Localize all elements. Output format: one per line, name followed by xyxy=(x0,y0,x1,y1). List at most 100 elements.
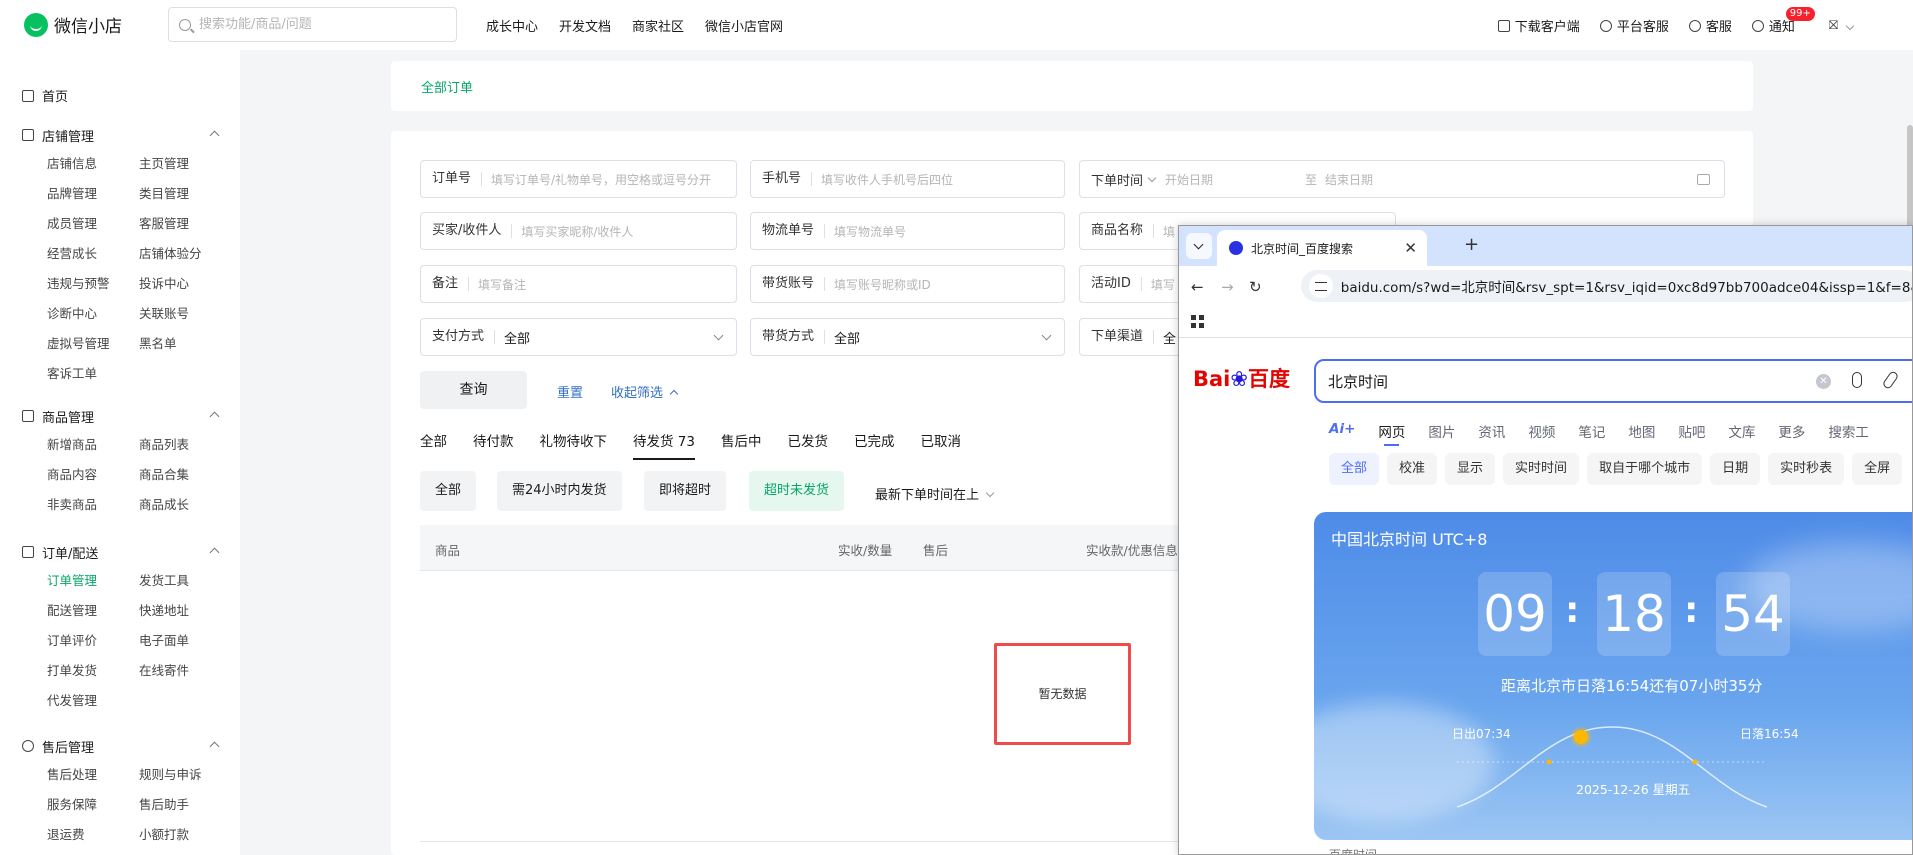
remark-field[interactable]: 备注 填写备注 xyxy=(420,265,737,303)
tab-after-sales[interactable]: 售后中 xyxy=(721,430,762,460)
nav-merchant-community[interactable]: 商家社区 xyxy=(632,16,684,35)
sidebar-item[interactable]: 违规与预警 xyxy=(47,273,139,294)
global-search[interactable] xyxy=(168,7,457,42)
chip-which-city[interactable]: 取自于哪个城市 xyxy=(1587,453,1703,485)
sidebar-section-header[interactable]: 售后管理 xyxy=(22,736,222,756)
sidebar-item[interactable]: 非卖商品 xyxy=(47,494,139,515)
sidebar-item[interactable]: 配送管理 xyxy=(47,600,139,621)
apps-grid-icon[interactable] xyxy=(1191,315,1204,328)
download-client-button[interactable]: 下载客户端 xyxy=(1497,16,1580,35)
tab-gift-pending[interactable]: 礼物待收下 xyxy=(540,430,608,460)
close-icon[interactable]: ✕ xyxy=(1404,239,1417,257)
nav-search-tools[interactable]: 搜索工 xyxy=(1828,421,1869,441)
sidebar-item[interactable]: 小额打款 xyxy=(139,824,231,845)
new-tab-icon[interactable]: + xyxy=(1464,234,1479,255)
sidebar-item[interactable]: 客服管理 xyxy=(139,213,231,234)
chip-display[interactable]: 显示 xyxy=(1445,453,1496,485)
sidebar-item[interactable]: 售后助手 xyxy=(139,794,231,815)
breadcrumb[interactable]: 全部订单 xyxy=(421,77,473,96)
sidebar-item[interactable]: 规则与申诉 xyxy=(139,764,231,785)
microphone-icon[interactable] xyxy=(1852,372,1862,388)
nav-maps[interactable]: 地图 xyxy=(1628,421,1655,441)
sidebar-item[interactable]: 订单评价 xyxy=(47,630,139,651)
end-date[interactable]: 结束日期 xyxy=(1325,171,1373,188)
sidebar-item[interactable]: 黑名单 xyxy=(139,333,231,354)
sidebar-item[interactable]: 商品成长 xyxy=(139,494,231,515)
sidebar-item[interactable]: 发货工具 xyxy=(139,570,231,591)
baidu-search-box[interactable]: 北京时间 ✕ xyxy=(1314,359,1912,403)
sidebar-item[interactable]: 快递地址 xyxy=(139,600,231,621)
chip-timeout-unshipped[interactable]: 超时未发货 xyxy=(749,471,845,511)
nav-growth-center[interactable]: 成长中心 xyxy=(486,16,538,35)
platform-service-button[interactable]: 平台客服 xyxy=(1599,16,1669,35)
tab-shipped[interactable]: 已发货 xyxy=(787,430,828,460)
search-input[interactable] xyxy=(199,17,439,32)
chip-near-timeout[interactable]: 即将超时 xyxy=(644,471,727,511)
chip-all[interactable]: 全部 xyxy=(420,471,477,511)
sidebar-item[interactable]: 打单发货 xyxy=(47,660,139,681)
sidebar-item[interactable]: 主页管理 xyxy=(139,153,231,174)
attachment-icon[interactable] xyxy=(1881,370,1900,390)
sidebar-item[interactable]: 诊断中心 xyxy=(47,303,139,324)
sidebar-item[interactable]: 服务保障 xyxy=(47,794,139,815)
buyer-field[interactable]: 买家/收件人 填写买家昵称/收件人 xyxy=(420,212,737,250)
chip-fullscreen[interactable]: 全屏 xyxy=(1852,453,1903,485)
sidebar-item[interactable]: 成员管理 xyxy=(47,213,139,234)
tab-cancelled[interactable]: 已取消 xyxy=(920,430,961,460)
order-time-field[interactable]: 下单时间 开始日期 至 结束日期 xyxy=(1079,160,1725,198)
sidebar-item[interactable]: 在线寄件 xyxy=(139,660,231,681)
nav-wenku[interactable]: 文库 xyxy=(1728,421,1755,441)
nav-notes[interactable]: 笔记 xyxy=(1578,421,1605,441)
order-no-field[interactable]: 订单号 填写订单号/礼物单号，用空格或逗号分开 xyxy=(420,160,737,198)
chip-realtime[interactable]: 实时时间 xyxy=(1503,453,1580,485)
sidebar-item[interactable]: 品牌管理 xyxy=(47,183,139,204)
logo[interactable]: 微信小店 xyxy=(24,12,122,37)
forward-icon[interactable]: → xyxy=(1221,278,1234,296)
sidebar-item-home[interactable]: 首页 xyxy=(22,86,68,105)
sidebar-item[interactable]: 电子面单 xyxy=(139,630,231,651)
browser-tab[interactable]: 北京时间_百度搜索 ✕ xyxy=(1217,230,1427,266)
tab-pending-shipment[interactable]: 待发货 73 xyxy=(633,430,695,460)
nav-more[interactable]: 更多 xyxy=(1778,421,1805,441)
tab-all[interactable]: 全部 xyxy=(420,430,447,460)
sidebar-item[interactable]: 虚拟号管理 xyxy=(47,333,139,354)
collapse-filter-link[interactable]: 收起筛选 xyxy=(611,382,679,401)
service-button[interactable]: 客服 xyxy=(1688,16,1732,35)
logistics-field[interactable]: 物流单号 填写物流单号 xyxy=(750,212,1065,250)
tab-search-button[interactable] xyxy=(1186,233,1212,259)
tab-completed[interactable]: 已完成 xyxy=(854,430,895,460)
sidebar-section-header[interactable]: 店铺管理 xyxy=(22,125,222,145)
sidebar-item[interactable]: 商品列表 xyxy=(139,434,231,455)
promo-method-select[interactable]: 带货方式 全部 xyxy=(750,318,1065,356)
promoter-account-field[interactable]: 带货账号 填写账号昵称或ID xyxy=(750,265,1065,303)
nav-news[interactable]: 资讯 xyxy=(1478,421,1505,441)
back-icon[interactable]: ← xyxy=(1191,278,1204,296)
address-bar[interactable]: baidu.com/s?wd=北京时间&rsv_spt=1&rsv_iqid=0… xyxy=(1301,270,1912,302)
sidebar-item[interactable]: 新增商品 xyxy=(47,434,139,455)
sidebar-section-header[interactable]: 订单/配送 xyxy=(22,542,222,562)
site-settings-icon[interactable] xyxy=(1309,274,1333,298)
phone-field[interactable]: 手机号 填写收件人手机号后四位 xyxy=(750,160,1065,198)
nav-videos[interactable]: 视频 xyxy=(1528,421,1555,441)
sidebar-item-order-management[interactable]: 订单管理 xyxy=(47,570,139,591)
sidebar-item[interactable]: 经营成长 xyxy=(47,243,139,264)
sidebar-item[interactable]: 商品内容 xyxy=(47,464,139,485)
tab-pending-payment[interactable]: 待付款 xyxy=(473,430,514,460)
pay-method-select[interactable]: 支付方式 全部 xyxy=(420,318,737,356)
nav-tieba[interactable]: 贴吧 xyxy=(1678,421,1705,441)
sidebar-item[interactable]: 类目管理 xyxy=(139,183,231,204)
notification-button[interactable]: 通知 99+ xyxy=(1751,7,1815,35)
clear-icon[interactable]: ✕ xyxy=(1816,374,1831,389)
nav-images[interactable]: 图片 xyxy=(1428,421,1455,441)
account-menu[interactable]: ⛝ xyxy=(1829,18,1855,33)
nav-web[interactable]: 网页 xyxy=(1378,421,1405,446)
reset-link[interactable]: 重置 xyxy=(557,382,583,401)
sidebar-item[interactable]: 代发管理 xyxy=(47,690,139,711)
nav-dev-docs[interactable]: 开发文档 xyxy=(559,16,611,35)
chip-all[interactable]: 全部 xyxy=(1329,453,1380,485)
sidebar-item[interactable]: 客诉工单 xyxy=(47,363,139,384)
chip-calibrate[interactable]: 校准 xyxy=(1387,453,1438,485)
field-label[interactable]: 下单时间 xyxy=(1091,170,1143,189)
chip-stopwatch[interactable]: 实时秒表 xyxy=(1768,453,1845,485)
reload-icon[interactable]: ↻ xyxy=(1249,278,1262,296)
